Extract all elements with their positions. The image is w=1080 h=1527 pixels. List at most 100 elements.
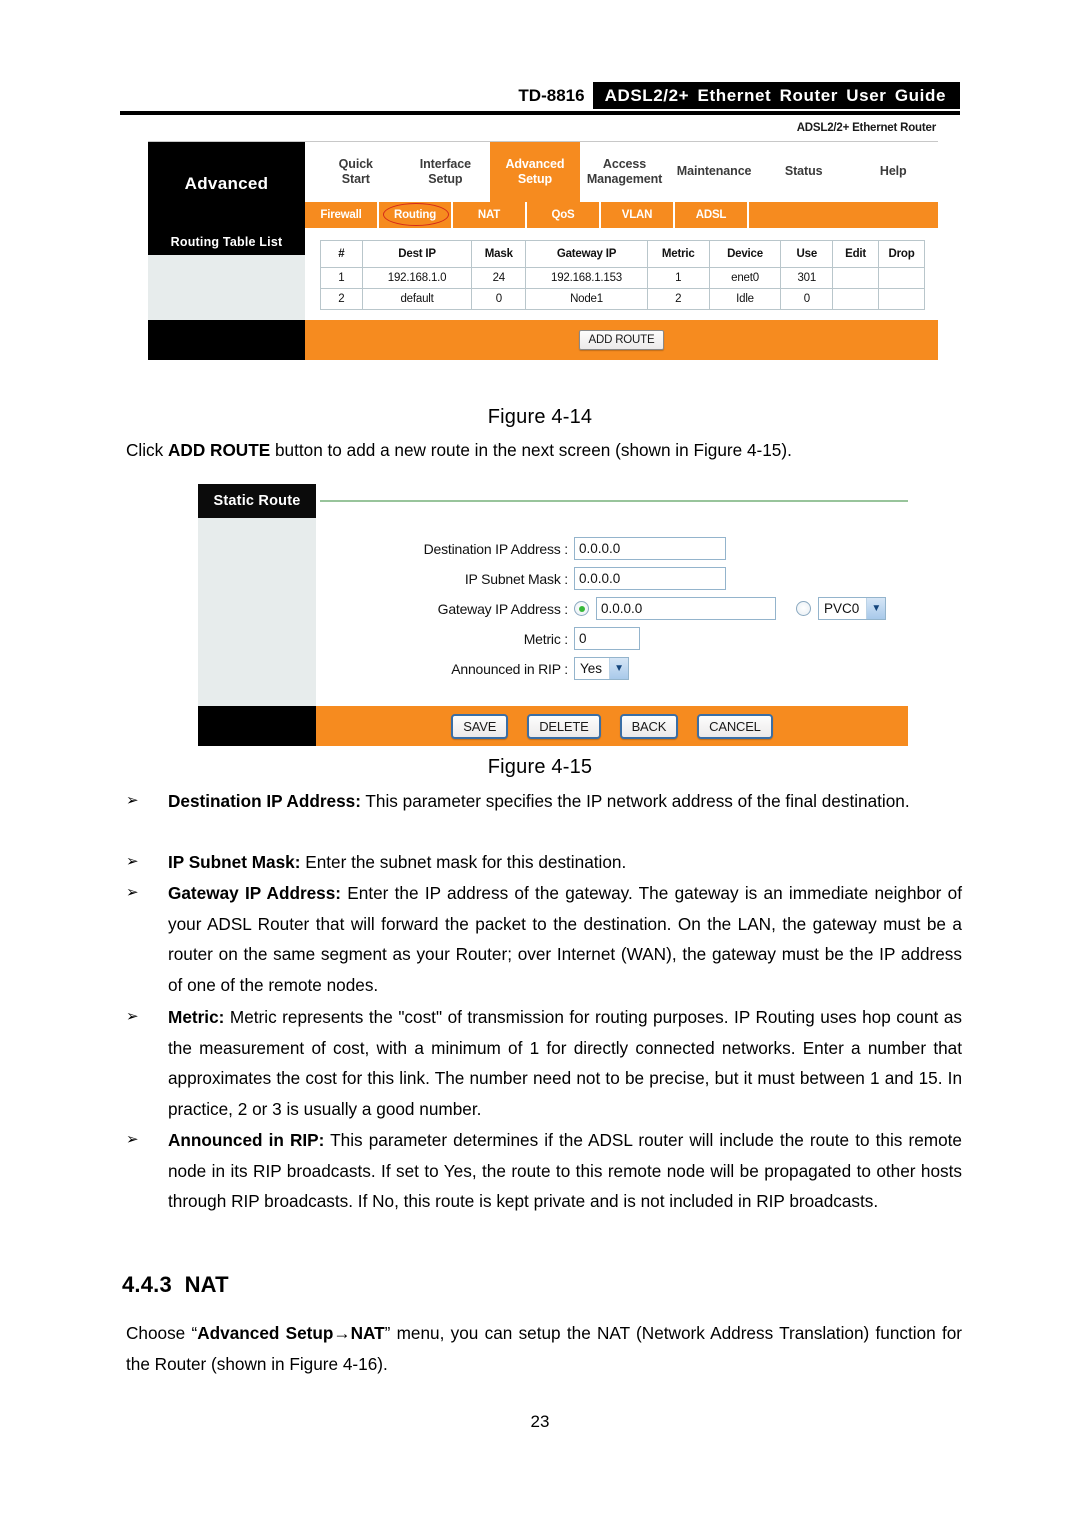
subtab-adsl[interactable]: ADSL <box>675 202 749 228</box>
announced-in-rip-label: Announced in RIP : <box>451 660 568 677</box>
bullet-term: IP Subnet Mask: <box>168 852 301 872</box>
gateway-pvc-radio[interactable] <box>796 601 811 616</box>
bullet-term: Destination IP Address: <box>168 791 361 811</box>
static-route-header: Static Route <box>198 484 908 518</box>
cell-device: Idle <box>708 288 782 310</box>
add-route-button[interactable]: ADD ROUTE <box>578 330 665 350</box>
router-main-tabs: Quick Start Interface Setup Advanced Set… <box>305 142 938 202</box>
subtab-nat[interactable]: NAT <box>453 202 527 228</box>
cell-metric: 1 <box>646 267 710 289</box>
static-route-panel-title: Static Route <box>198 484 316 518</box>
section-title: NAT <box>184 1272 229 1297</box>
static-route-sidebar <box>198 518 316 706</box>
gateway-pvc-value: PVC0 <box>824 601 860 616</box>
intro-paragraph: Click ADD ROUTE button to add a new rout… <box>126 435 962 466</box>
sub-tabs-fill <box>749 202 938 228</box>
cell-metric: 2 <box>646 288 710 310</box>
cell-gateway-ip: Node1 <box>525 288 648 310</box>
metric-label: Metric : <box>523 630 568 647</box>
delete-button[interactable]: DELETE <box>527 713 601 739</box>
save-button[interactable]: SAVE <box>451 713 509 739</box>
bullet-arrow-icon: ➢ <box>126 884 139 901</box>
bullet-term: Metric: <box>168 1007 225 1027</box>
static-route-action-bar: SAVE DELETE BACK CANCEL <box>316 706 908 746</box>
gateway-pvc-select[interactable]: PVC0 ▼ <box>818 597 887 620</box>
destination-ip-label: Destination IP Address : <box>423 540 569 557</box>
table-row: 2 default 0 Node1 2 Idle 0 <box>320 288 925 310</box>
subtab-adsl-label: ADSL <box>695 209 727 221</box>
page-number: 23 <box>530 1412 550 1431</box>
gateway-ip-label: Gateway IP Address : <box>437 600 569 617</box>
intro-text-bold: ADD ROUTE <box>168 440 271 460</box>
destination-ip-input[interactable] <box>574 537 726 560</box>
bullet-text: Metric represents the "cost" of transmis… <box>168 1007 962 1119</box>
cell-gateway-ip: 192.168.1.153 <box>525 267 648 289</box>
sub-tabs-spacer <box>148 202 305 228</box>
header-guide-title: ADSL2/2+ Ethernet Router User Guide <box>604 85 946 105</box>
bullet-gateway-ip-address: ➢ Gateway IP Address: Enter the IP addre… <box>126 878 962 1000</box>
subtab-nat-label: NAT <box>477 209 501 221</box>
bullet-term: Announced in RIP: <box>168 1130 325 1150</box>
cell-index: 1 <box>320 267 363 289</box>
tab-help[interactable]: Help <box>848 142 938 202</box>
bullet-ip-subnet-mask: ➢ IP Subnet Mask: Enter the subnet mask … <box>126 847 962 878</box>
tab-advanced-setup[interactable]: Advanced Setup <box>490 142 580 202</box>
figure-4-14-caption: Figure 4-14 <box>487 406 593 428</box>
cell-dest-ip: default <box>361 288 473 310</box>
col-drop: Drop <box>878 240 925 268</box>
metric-input[interactable] <box>574 627 640 650</box>
cell-use: 0 <box>780 288 834 310</box>
subtab-firewall[interactable]: Firewall <box>305 202 379 228</box>
back-button[interactable]: BACK <box>619 713 679 739</box>
tab-interface-setup-line2: Setup <box>428 172 463 186</box>
static-route-body: Destination IP Address : IP Subnet Mask … <box>198 518 908 706</box>
tab-quick-start[interactable]: Quick Start <box>311 142 401 202</box>
gateway-ip-radio-selected[interactable] <box>574 601 589 616</box>
bullet-arrow-icon: ➢ <box>126 792 139 809</box>
col-edit: Edit <box>832 240 880 268</box>
section-text-before: Choose “ <box>126 1323 198 1343</box>
col-use: Use <box>780 240 834 268</box>
tab-interface-setup[interactable]: Interface Setup <box>401 142 491 202</box>
subtab-vlan[interactable]: VLAN <box>601 202 675 228</box>
cell-mask: 24 <box>471 267 527 289</box>
tab-help-label: Help <box>879 164 907 179</box>
cell-edit[interactable] <box>832 267 880 289</box>
tab-quick-start-line1: Quick <box>338 156 373 171</box>
table-header-row: # Dest IP Mask Gateway IP Metric Device … <box>320 240 925 268</box>
gateway-ip-input[interactable] <box>596 597 776 620</box>
tab-advanced-setup-line2: Setup <box>517 172 553 186</box>
router-brand-line: ADSL2/2+ Ethernet Router <box>148 122 938 142</box>
ip-subnet-mask-input[interactable] <box>574 567 726 590</box>
static-route-footer-left <box>198 706 316 746</box>
cell-dest-ip: 192.168.1.0 <box>361 267 473 289</box>
header-model-label: TD-8816 <box>508 82 593 109</box>
tab-maintenance[interactable]: Maintenance <box>669 142 759 202</box>
announced-in-rip-select[interactable]: Yes ▼ <box>574 657 630 680</box>
routing-table-list-title: Routing Table List <box>148 228 305 255</box>
bullet-arrow-icon: ➢ <box>126 853 139 870</box>
subtab-qos[interactable]: QoS <box>527 202 601 228</box>
cell-edit[interactable] <box>832 288 880 310</box>
cancel-button[interactable]: CANCEL <box>697 713 773 739</box>
field-row-gateway-ip: Gateway IP Address : PVC0 ▼ <box>316 594 908 623</box>
router-body: Routing Table List # Dest IP Mask Gatewa… <box>148 228 938 320</box>
router-footer: ADD ROUTE <box>148 320 938 360</box>
bullet-arrow-icon: ➢ <box>126 1131 139 1148</box>
bullet-metric: ➢ Metric: Metric represents the "cost" o… <box>126 1002 962 1124</box>
tab-access-management[interactable]: Access Management <box>580 142 670 202</box>
field-row-destination-ip: Destination IP Address : <box>316 534 908 563</box>
tab-status[interactable]: Status <box>759 142 849 202</box>
cell-drop[interactable] <box>878 288 925 310</box>
static-route-footer: SAVE DELETE BACK CANCEL <box>198 706 908 746</box>
figure-4-14-router-ui: ADSL2/2+ Ethernet Router Advanced Quick … <box>148 122 938 402</box>
header-title-bar: TD-8816 ADSL2/2+ Ethernet Router User Gu… <box>508 82 960 109</box>
routing-table-area: # Dest IP Mask Gateway IP Metric Device … <box>305 228 938 320</box>
intro-text-before: Click <box>126 440 169 460</box>
subtab-routing[interactable]: Routing <box>379 202 453 228</box>
field-row-announced-in-rip: Announced in RIP : Yes ▼ <box>316 654 908 683</box>
cell-drop[interactable] <box>878 267 925 289</box>
bullet-arrow-icon: ➢ <box>126 1008 139 1025</box>
tab-advanced-setup-line1: Advanced <box>505 156 565 171</box>
col-dest-ip: Dest IP <box>361 240 473 268</box>
